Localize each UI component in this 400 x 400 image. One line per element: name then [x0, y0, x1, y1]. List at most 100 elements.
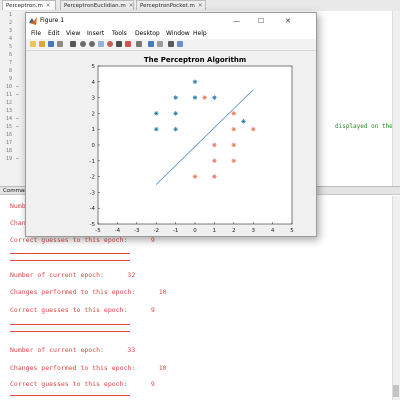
output-line: Correct guesses to this epoch: 9	[10, 236, 155, 244]
rotate-icon[interactable]	[107, 41, 113, 47]
code-line-15-tail: displayed on the w	[335, 123, 400, 130]
hide-plot-tools-icon[interactable]	[168, 41, 174, 47]
x-tick-label: 1	[213, 228, 217, 234]
line-number: 19	[5, 156, 12, 162]
class-a-point	[153, 111, 159, 116]
line-number: 13	[5, 108, 12, 114]
menu-help[interactable]: Help	[193, 29, 207, 39]
breakpoint-dash[interactable]: –	[16, 124, 19, 130]
tab-label: Perceptron.m	[6, 3, 43, 9]
show-plot-tools-icon[interactable]	[177, 41, 183, 47]
tab-label: PerceptronPocket.m	[140, 3, 195, 9]
y-tick-label: -3	[90, 190, 96, 196]
line-number: 4	[8, 36, 12, 42]
line-number: 7	[8, 60, 12, 66]
breakpoint-dash[interactable]: –	[16, 84, 19, 90]
class-a-point	[173, 95, 178, 100]
class-b-point	[231, 158, 237, 164]
class-a-point	[173, 111, 178, 116]
tab-perceptron-pocket[interactable]: PerceptronPocket.m ✕	[136, 0, 206, 10]
menu-desktop[interactable]: Desktop	[135, 29, 160, 39]
menu-edit[interactable]: Edit	[48, 29, 60, 39]
tab-label: PerceptronEuclidian.m	[64, 3, 126, 9]
close-icon[interactable]: ✕	[198, 3, 203, 9]
line-number-gutter: 1 2 3 4 5 6 7 8 9 10–11–12 13 14–15–16 17 18 19–	[0, 11, 27, 186]
legend-icon[interactable]	[157, 41, 163, 47]
zoom-out-icon[interactable]	[89, 41, 95, 47]
breakpoint-dash[interactable]: –	[16, 156, 19, 162]
line-number: 11	[5, 92, 12, 98]
class-a-point	[192, 79, 198, 85]
menu-file[interactable]: File	[31, 29, 41, 39]
new-figure-icon[interactable]	[30, 41, 36, 47]
class-a-point	[153, 126, 159, 132]
menu-insert[interactable]: Insert	[87, 29, 104, 39]
menu-window[interactable]: Window	[166, 29, 190, 39]
colorbar-icon[interactable]	[148, 41, 154, 47]
brush-icon[interactable]	[125, 41, 131, 47]
output-line: Changes performed to this epoch: 10	[10, 288, 167, 296]
class-b-point	[231, 126, 237, 132]
line-number: 3	[8, 28, 12, 34]
y-tick-label: -5	[90, 222, 96, 228]
scrollbar-thumb[interactable]	[393, 385, 399, 397]
x-tick-label: 5	[290, 228, 294, 234]
y-tick-label: 2	[92, 111, 96, 117]
axes-box	[97, 65, 293, 225]
menu-view[interactable]: View	[66, 29, 80, 39]
link-icon[interactable]	[136, 41, 142, 47]
line-number: 8	[8, 68, 12, 74]
line-number: 18	[5, 148, 12, 154]
breakpoint-dash[interactable]: –	[16, 92, 19, 98]
command-window-scrollbar[interactable]	[392, 196, 400, 400]
class-b-point	[202, 95, 207, 100]
scatter-chart[interactable]: The Perceptron Algorithm -5 -4 -3 -2 -1 0 1 2 3 4 5…	[26, 51, 316, 236]
class-b-point	[212, 142, 217, 148]
tab-perceptron-euclidian[interactable]: PerceptronEuclidian.m ✕	[60, 0, 134, 10]
x-tick-label: -4	[115, 228, 121, 234]
y-tick-label: 4	[92, 80, 96, 86]
plot-area[interactable]: The Perceptron Algorithm -5 -4 -3 -2 -1 0 1 2 3 4 5…	[26, 51, 316, 236]
menu-tools[interactable]: Tools	[112, 29, 127, 39]
class-b-point	[212, 174, 217, 179]
figure-titlebar[interactable]: Figure 1 — ☐ ✕	[26, 13, 316, 29]
line-number: 5	[8, 44, 12, 50]
maximize-button[interactable]: ☐	[258, 13, 264, 29]
x-tick-label: -1	[173, 228, 178, 234]
x-tick-label: 2	[232, 228, 236, 234]
x-tick-label: -3	[134, 228, 140, 234]
line-number: 10	[5, 84, 12, 90]
editor-scrollbar[interactable]	[392, 11, 400, 186]
class-a-point	[192, 95, 198, 100]
separator-line	[10, 324, 130, 325]
separator-line	[10, 395, 130, 396]
close-button[interactable]: ✕	[285, 13, 291, 29]
figure-toolbar	[26, 39, 316, 51]
separator-line	[10, 331, 130, 332]
figure-window[interactable]: Figure 1 — ☐ ✕ File Edit View Insert Too…	[25, 12, 317, 237]
minimize-button[interactable]: —	[233, 13, 240, 29]
data-cursor-icon[interactable]	[116, 41, 122, 47]
line-number: 15	[5, 124, 12, 130]
class-b-point	[212, 158, 217, 164]
separator-line	[10, 260, 130, 261]
class-a-point	[173, 126, 178, 132]
line-number: 1	[8, 12, 12, 18]
output-line: Correct guesses to this epoch: 9	[10, 306, 155, 314]
open-icon[interactable]	[39, 41, 45, 47]
figure-title: Figure 1	[40, 17, 65, 24]
pan-icon[interactable]	[98, 41, 104, 47]
y-tick-label: 1	[92, 127, 96, 133]
line-number: 16	[5, 132, 12, 138]
print-icon[interactable]	[57, 41, 63, 47]
matlab-logo-icon	[29, 17, 37, 25]
close-icon[interactable]: ✕	[129, 3, 134, 9]
pointer-icon[interactable]	[70, 41, 76, 47]
breakpoint-dash[interactable]: –	[16, 116, 19, 122]
class-b-point	[231, 111, 237, 116]
close-icon[interactable]: ✕	[46, 3, 51, 9]
save-icon[interactable]	[48, 41, 54, 47]
tab-perceptron[interactable]: Perceptron.m ✕	[2, 0, 56, 10]
output-line: Changes performed to this epoch: 10	[10, 364, 167, 372]
zoom-in-icon[interactable]	[80, 41, 86, 47]
